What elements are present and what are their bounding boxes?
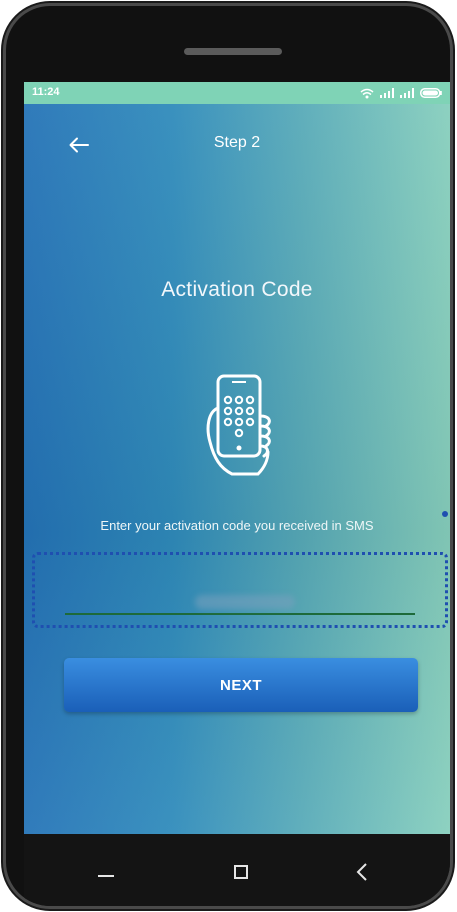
signal-icon-2: [400, 88, 414, 98]
status-bar: 11:24: [24, 82, 450, 104]
activation-code-field-highlight: [32, 552, 448, 628]
app-bar: Step 2: [24, 104, 450, 184]
activation-code-heading: Activation Code: [161, 278, 313, 301]
phone-speaker: [184, 48, 282, 55]
home-icon: [233, 864, 249, 885]
system-nav-bar: [24, 834, 450, 906]
phone-frame: 11:24 Step 2 Activation Code Enter your …: [6, 6, 450, 906]
next-button[interactable]: NEXT: [64, 658, 418, 712]
page-title: Step 2: [213, 134, 261, 151]
status-time: 11:24: [32, 86, 60, 98]
app-screen: 11:24 Step 2 Activation Code Enter your …: [24, 82, 450, 834]
back-icon: [356, 862, 368, 886]
signal-icon: [380, 88, 394, 98]
menu-button[interactable]: [86, 854, 126, 894]
system-back-button[interactable]: [342, 854, 382, 894]
activation-code-input[interactable]: [65, 577, 415, 615]
hand-holding-phone-keypad-icon: [198, 372, 278, 482]
status-icons: [360, 86, 442, 100]
wifi-icon: [360, 88, 374, 99]
menu-icon: [98, 865, 114, 883]
battery-icon: [420, 88, 442, 98]
home-button[interactable]: [221, 854, 261, 894]
highlight-marker-dot: [442, 511, 448, 517]
instruction-text: Enter your activation code you received …: [100, 518, 374, 533]
